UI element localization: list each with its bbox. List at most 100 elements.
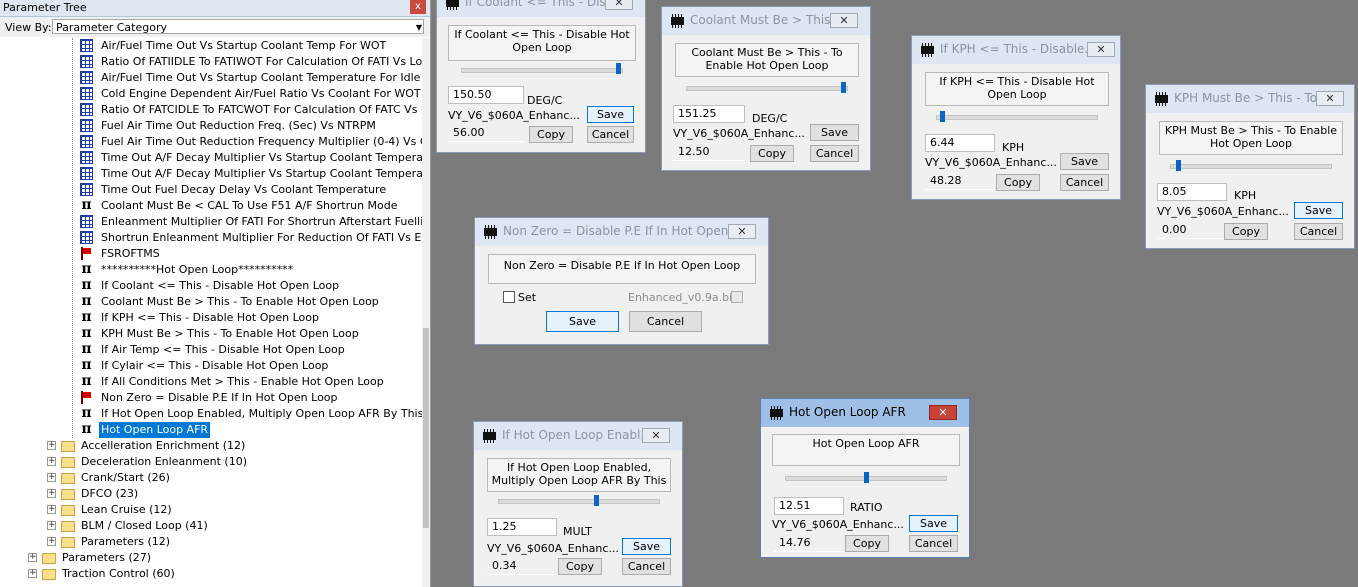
tree-item[interactable]: Non Zero = Disable P.E If In Hot Open Lo… [80,390,422,406]
tree-folder[interactable]: + Accelleration Enrichment (12) [47,438,417,454]
dialog-title-bar[interactable]: Non Zero = Disable P.E If In Hot Open L.… [475,218,768,246]
tree-item[interactable]: Fuel Air Time Out Reduction Freq. (Sec) … [80,118,422,134]
value-slider[interactable] [461,68,623,73]
copy-button[interactable]: Copy [845,535,889,552]
file-checkbox[interactable] [731,291,743,303]
expand-icon[interactable]: + [47,537,56,546]
tree-item[interactable]: π Coolant Must Be < CAL To Use F51 A/F Sh… [80,198,422,214]
dialog-title-bar[interactable]: If Hot Open Loop Enabl... ✕ [474,422,682,450]
copy-button[interactable]: Copy [558,558,602,575]
save-button[interactable]: Save [810,124,859,141]
tree-folder[interactable]: + Parameters (12) [47,534,417,550]
dialog-title-bar[interactable]: KPH Must Be > This - To... ✕ [1146,85,1354,113]
close-icon[interactable]: x [410,0,426,14]
value-input[interactable]: 151.25 [673,105,745,123]
cancel-button[interactable]: Cancel [622,558,671,575]
cancel-button[interactable]: Cancel [1294,223,1343,240]
save-button[interactable]: Save [587,106,634,123]
expand-icon[interactable]: + [47,441,56,450]
close-icon[interactable]: ✕ [830,13,858,28]
tree-item[interactable]: π If All Conditions Met > This - Enable H… [80,374,422,390]
value-input[interactable]: 8.05 [1157,183,1227,201]
value-input[interactable]: 12.51 [774,497,844,515]
value-slider[interactable] [1170,164,1332,169]
save-button[interactable]: Save [546,311,619,332]
tree-folder[interactable]: + Deceleration Enleanment (10) [47,454,417,470]
value-input[interactable]: 1.25 [487,518,557,536]
close-icon[interactable]: ✕ [728,224,756,239]
tree-item[interactable]: π KPH Must Be > This - To Enable Hot Open… [80,326,422,342]
copy-button[interactable]: Copy [996,174,1040,191]
slider-thumb[interactable] [1176,160,1181,171]
dialog-title-bar[interactable]: If KPH <= This - Disable... ✕ [912,36,1120,64]
dialog-title-bar[interactable]: If Coolant <= This - Dis... ✕ [437,0,645,17]
tree-item[interactable]: π If Air Temp <= This - Disable Hot Open … [80,342,422,358]
tree-folder[interactable]: + Parameters (27) [28,550,418,566]
tree-item[interactable]: Time Out A/F Decay Multiplier Vs Startup… [80,166,422,182]
close-icon[interactable]: ✕ [929,405,957,420]
tree-folder[interactable]: + DFCO (23) [47,486,417,502]
slider-thumb[interactable] [940,111,945,122]
cancel-button[interactable]: Cancel [909,535,958,552]
scrollbar-thumb[interactable] [423,328,429,528]
copy-button[interactable]: Copy [750,145,794,162]
save-button[interactable]: Save [1294,202,1343,219]
tree-item[interactable]: π If Hot Open Loop Enabled, Multiply Open… [80,406,422,422]
tree-item[interactable]: π If Cylair <= This - Disable Hot Open Lo… [80,358,422,374]
dialog-title-bar[interactable]: Coolant Must Be > This ... ✕ [662,7,870,35]
cancel-button[interactable]: Cancel [810,145,859,162]
expand-icon[interactable]: + [47,489,56,498]
slider-thumb[interactable] [616,63,621,74]
tree-item[interactable]: π **********Hot Open Loop********** [80,262,422,278]
close-icon[interactable]: ✕ [1087,42,1115,57]
value-slider[interactable] [498,499,660,504]
tree-folder[interactable]: + Crank/Start (26) [47,470,417,486]
save-button[interactable]: Save [622,538,671,555]
tree-item[interactable]: π Hot Open Loop AFR [80,422,422,438]
save-button[interactable]: Save [909,515,958,532]
cancel-button[interactable]: Cancel [587,126,634,143]
tree-item[interactable]: Air/Fuel Time Out Vs Startup Coolant Tem… [80,38,422,54]
dialog-title-bar[interactable]: Hot Open Loop AFR ✕ [761,399,969,427]
close-icon[interactable]: ✕ [1316,91,1344,106]
value-input[interactable]: 6.44 [925,134,995,152]
tree-item[interactable]: Ratio Of FATIIDLE To FATIWOT For Calcula… [80,54,422,70]
tree-item[interactable]: Enleanment Multiplier Of FATI For Shortr… [80,214,422,230]
expand-icon[interactable]: + [47,457,56,466]
expand-icon[interactable]: + [28,569,37,578]
value-slider[interactable] [936,115,1098,120]
expand-icon[interactable]: + [28,553,37,562]
tree-item[interactable]: Ratio Of FATCIDLE To FATCWOT For Calcula… [80,102,422,118]
expand-icon[interactable]: + [47,521,56,530]
tree-item[interactable]: Fuel Air Time Out Reduction Frequency Mu… [80,134,422,150]
tree-folder[interactable]: + BLM / Closed Loop (41) [47,518,417,534]
view-by-select[interactable]: Parameter Category ▼ [52,19,424,34]
tree-scrollbar[interactable] [422,38,430,587]
tree-item[interactable]: Time Out Fuel Decay Delay Vs Coolant Tem… [80,182,422,198]
close-icon[interactable]: ✕ [642,428,670,443]
tree-item[interactable]: Air/Fuel Time Out Vs Startup Coolant Tem… [80,70,422,86]
copy-button[interactable]: Copy [529,126,573,143]
tree-item[interactable]: Time Out A/F Decay Multiplier Vs Startup… [80,150,422,166]
slider-thumb[interactable] [864,472,869,483]
set-checkbox[interactable] [503,291,515,303]
cancel-button[interactable]: Cancel [1060,174,1109,191]
tree-folder[interactable]: + Traction Control (60) [28,566,418,582]
value-slider[interactable] [686,86,848,91]
tree-item[interactable]: π Coolant Must Be > This - To Enable Hot … [80,294,422,310]
tree-item[interactable]: π If KPH <= This - Disable Hot Open Loop [80,310,422,326]
expand-icon[interactable]: + [47,473,56,482]
tree-item[interactable]: FSROFTMS [80,246,422,262]
expand-icon[interactable]: + [47,505,56,514]
cancel-button[interactable]: Cancel [629,311,702,332]
slider-thumb[interactable] [594,495,599,506]
copy-button[interactable]: Copy [1224,223,1268,240]
save-button[interactable]: Save [1060,153,1109,170]
tree-item[interactable]: Cold Engine Dependent Air/Fuel Ratio Vs … [80,86,422,102]
tree-folder[interactable]: + Lean Cruise (12) [47,502,417,518]
close-icon[interactable]: ✕ [605,0,633,10]
tree-item[interactable]: Shortrun Enleanment Multiplier For Reduc… [80,230,422,246]
value-input[interactable]: 150.50 [448,86,524,104]
tree-item[interactable]: π If Coolant <= This - Disable Hot Open L… [80,278,422,294]
slider-thumb[interactable] [841,82,846,93]
